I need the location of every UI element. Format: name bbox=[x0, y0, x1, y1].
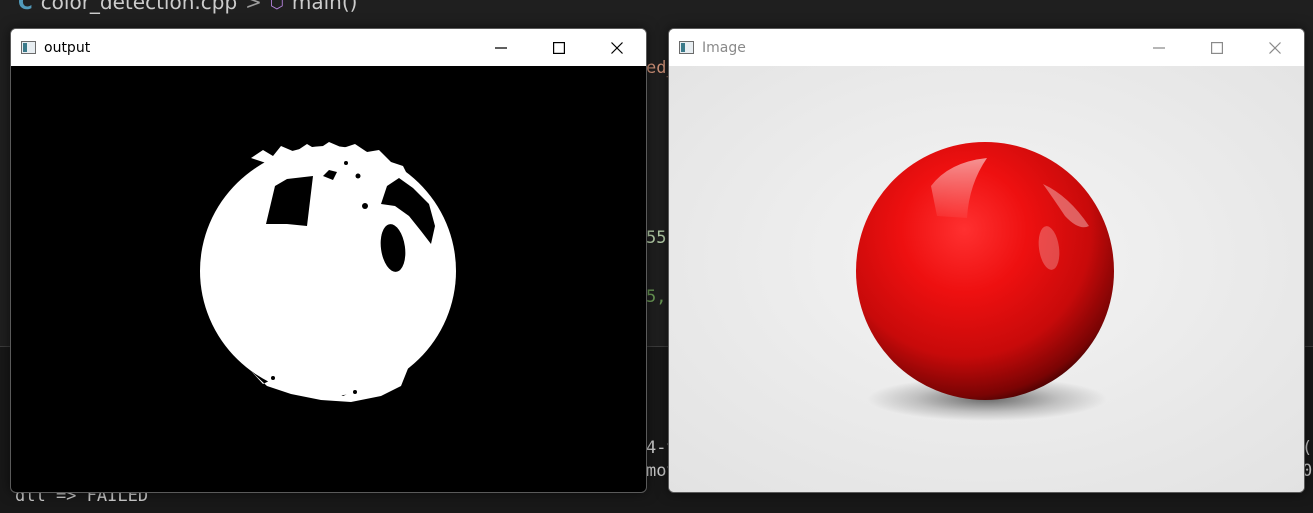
close-icon bbox=[1269, 41, 1281, 54]
minimize-icon bbox=[1153, 46, 1165, 49]
breadcrumb-symbol[interactable]: main() bbox=[292, 0, 358, 14]
minimize-icon bbox=[495, 46, 507, 49]
minimize-button[interactable] bbox=[1130, 29, 1188, 66]
breadcrumb: C color_detection.cpp > ⬡ main() bbox=[0, 0, 1313, 16]
output-window[interactable]: output bbox=[10, 28, 647, 493]
image-window[interactable]: Image bbox=[668, 28, 1305, 493]
c-plus-plus-file-icon: C bbox=[18, 0, 33, 14]
app-window-icon bbox=[679, 41, 694, 54]
red-sphere-photo bbox=[669, 66, 1304, 492]
maximize-button[interactable] bbox=[1188, 29, 1246, 66]
method-cube-icon: ⬡ bbox=[269, 0, 284, 12]
breadcrumb-file[interactable]: color_detection.cpp bbox=[41, 0, 237, 14]
app-window-icon bbox=[21, 41, 36, 54]
maximize-icon bbox=[553, 41, 565, 54]
maximize-icon bbox=[1211, 41, 1223, 54]
close-button[interactable] bbox=[588, 29, 646, 66]
titlebar[interactable]: Image bbox=[669, 29, 1304, 66]
close-icon bbox=[611, 41, 623, 54]
breadcrumb-separator: > bbox=[245, 0, 262, 14]
minimize-button[interactable] bbox=[472, 29, 530, 66]
titlebar[interactable]: output bbox=[11, 29, 646, 66]
window-title: output bbox=[44, 39, 91, 56]
code-fragment: 55 bbox=[646, 228, 667, 248]
maximize-button[interactable] bbox=[530, 29, 588, 66]
binary-mask-image bbox=[11, 66, 646, 492]
close-button[interactable] bbox=[1246, 29, 1304, 66]
window-title: Image bbox=[702, 39, 746, 56]
